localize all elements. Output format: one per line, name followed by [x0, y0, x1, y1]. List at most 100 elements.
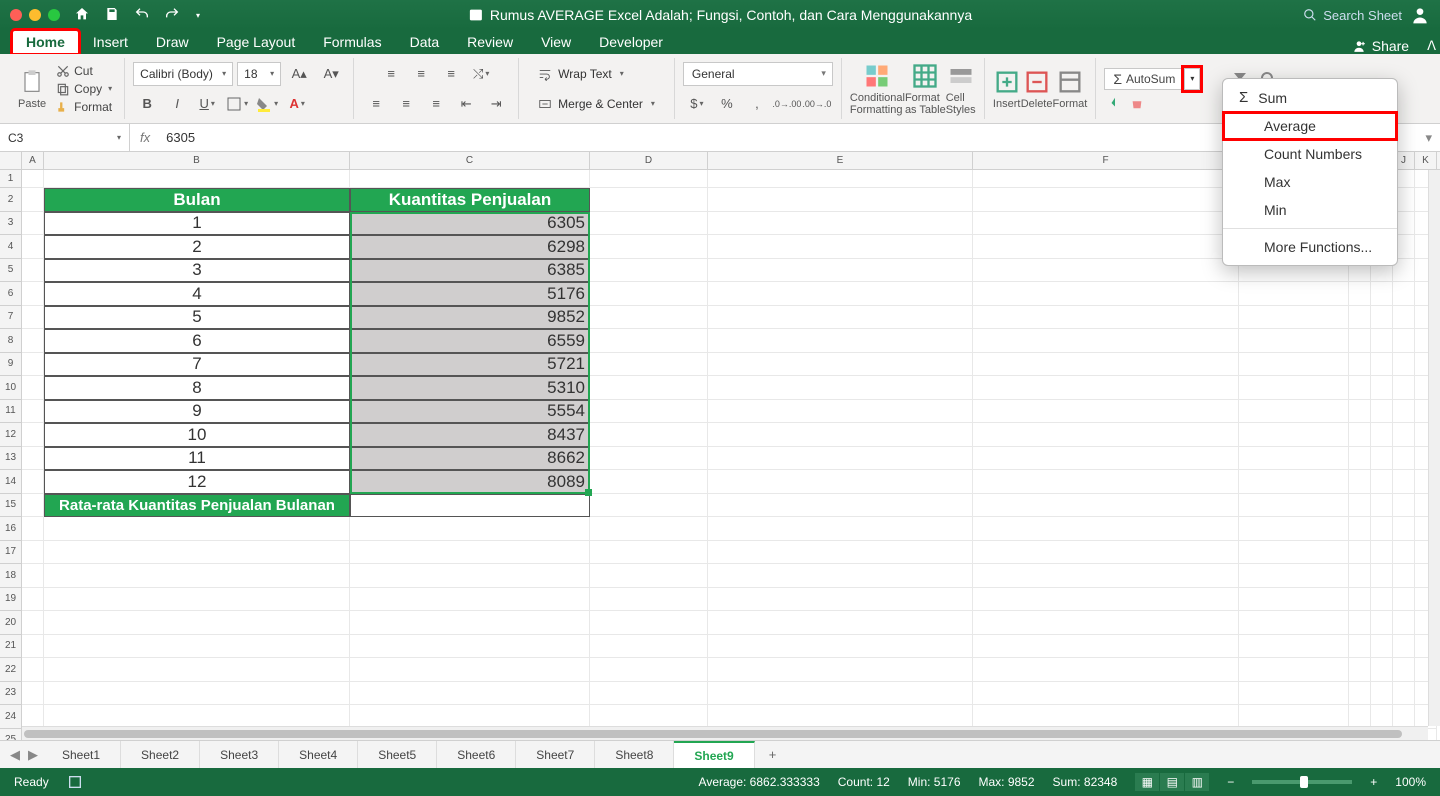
cell[interactable] — [1371, 705, 1393, 729]
cell[interactable] — [1371, 658, 1393, 682]
zoom-slider[interactable] — [1252, 780, 1352, 784]
cell[interactable]: 8 — [44, 376, 350, 400]
cell[interactable] — [1371, 306, 1393, 330]
cell[interactable] — [973, 635, 1239, 659]
row-header[interactable]: 9 — [0, 353, 22, 377]
cell[interactable] — [590, 259, 708, 283]
clear-button[interactable] — [1126, 95, 1148, 111]
cell[interactable] — [22, 259, 44, 283]
cell[interactable]: Bulan — [44, 188, 350, 212]
cell[interactable] — [708, 259, 973, 283]
cell[interactable] — [350, 658, 590, 682]
cell[interactable] — [22, 329, 44, 353]
orientation-icon[interactable]: ⤭▾ — [467, 62, 495, 86]
cell-styles-button[interactable]: Cell Styles — [946, 62, 976, 116]
cell[interactable] — [590, 541, 708, 565]
cell[interactable] — [1371, 494, 1393, 518]
cell[interactable] — [590, 376, 708, 400]
cell[interactable]: 6385 — [350, 259, 590, 283]
tab-view[interactable]: View — [527, 30, 585, 54]
cell[interactable] — [590, 682, 708, 706]
tab-developer[interactable]: Developer — [585, 30, 677, 54]
insert-cells-button[interactable]: Insert — [993, 68, 1021, 110]
row-header[interactable]: 1 — [0, 170, 22, 188]
cell[interactable] — [22, 494, 44, 518]
cell[interactable]: 6305 — [350, 212, 590, 236]
cell[interactable] — [973, 353, 1239, 377]
cell[interactable] — [44, 170, 350, 188]
cell[interactable] — [590, 212, 708, 236]
cut-button[interactable]: Cut — [52, 63, 116, 79]
cell[interactable] — [708, 682, 973, 706]
cell[interactable]: 7 — [44, 353, 350, 377]
row-header[interactable]: 10 — [0, 376, 22, 400]
cell[interactable] — [590, 306, 708, 330]
cell[interactable] — [973, 517, 1239, 541]
indent-increase-icon[interactable]: ⇥ — [482, 92, 510, 116]
cell[interactable] — [1239, 588, 1349, 612]
cell[interactable]: 11 — [44, 447, 350, 471]
home-icon[interactable] — [74, 6, 90, 25]
menu-average[interactable]: Average — [1223, 112, 1397, 140]
cell[interactable] — [1239, 541, 1349, 565]
row-header[interactable]: 3 — [0, 212, 22, 236]
tab-page-layout[interactable]: Page Layout — [203, 30, 310, 54]
cell[interactable] — [1393, 470, 1415, 494]
cell[interactable] — [590, 470, 708, 494]
align-middle-icon[interactable]: ≡ — [407, 62, 435, 86]
cell[interactable] — [590, 564, 708, 588]
cell[interactable] — [1371, 423, 1393, 447]
cell[interactable] — [1239, 447, 1349, 471]
cell[interactable] — [708, 635, 973, 659]
cell[interactable] — [22, 635, 44, 659]
col-header-D[interactable]: D — [590, 152, 708, 169]
cell[interactable] — [1371, 447, 1393, 471]
cell[interactable] — [44, 564, 350, 588]
cell[interactable] — [44, 588, 350, 612]
cell[interactable] — [22, 188, 44, 212]
cell[interactable]: 5 — [44, 306, 350, 330]
cell[interactable] — [1239, 306, 1349, 330]
cell[interactable] — [973, 400, 1239, 424]
cell[interactable] — [1239, 329, 1349, 353]
redo-icon[interactable] — [164, 6, 180, 25]
paste-button[interactable]: Paste — [18, 68, 46, 110]
cell[interactable] — [1349, 447, 1371, 471]
number-format-select[interactable]: General — [683, 62, 833, 86]
cell[interactable] — [1371, 282, 1393, 306]
zoom-level[interactable]: 100% — [1395, 775, 1426, 789]
cell[interactable] — [1393, 682, 1415, 706]
cell[interactable] — [708, 564, 973, 588]
cell[interactable] — [590, 494, 708, 518]
col-header-K[interactable]: K — [1415, 152, 1437, 169]
percent-icon[interactable]: % — [713, 92, 741, 116]
cell[interactable] — [22, 705, 44, 729]
cell[interactable]: 1 — [44, 212, 350, 236]
cell[interactable] — [350, 588, 590, 612]
row-header[interactable]: 5 — [0, 259, 22, 283]
cell[interactable] — [350, 705, 590, 729]
cell[interactable] — [22, 588, 44, 612]
cell[interactable] — [1371, 353, 1393, 377]
cell[interactable] — [973, 494, 1239, 518]
view-break-icon[interactable]: ▥ — [1185, 773, 1209, 791]
cell[interactable] — [973, 588, 1239, 612]
autosum-button[interactable]: ΣAutoSum — [1104, 68, 1184, 90]
cell[interactable] — [1393, 588, 1415, 612]
font-size-select[interactable]: 18▾ — [237, 62, 281, 86]
cell[interactable] — [1371, 682, 1393, 706]
menu-count[interactable]: Count Numbers — [1223, 140, 1397, 168]
menu-sum[interactable]: ΣSum — [1223, 83, 1397, 112]
cell[interactable] — [44, 517, 350, 541]
col-header-A[interactable]: A — [22, 152, 44, 169]
cell[interactable] — [973, 170, 1239, 188]
cell[interactable] — [708, 188, 973, 212]
cell[interactable] — [1393, 447, 1415, 471]
bold-button[interactable]: B — [133, 92, 161, 116]
cell[interactable] — [708, 447, 973, 471]
align-center-icon[interactable]: ≡ — [392, 92, 420, 116]
cell[interactable] — [973, 306, 1239, 330]
cell[interactable] — [708, 212, 973, 236]
select-all-corner[interactable] — [0, 152, 22, 169]
row-header[interactable]: 20 — [0, 611, 22, 635]
